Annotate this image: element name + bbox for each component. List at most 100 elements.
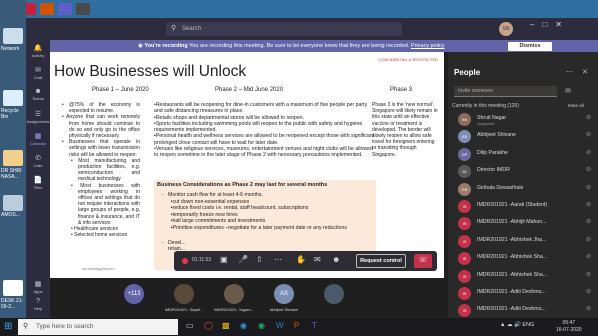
share-icon[interactable]: ⇧ [256,255,263,264]
avatar: IS [458,217,471,231]
more-icon[interactable]: ⋯ [274,255,282,264]
avatar: IS [458,287,471,300]
mic-off-icon: ⊘ [586,184,592,191]
business-consideration-item: •Prioritise expenditures –negotiate for … [162,225,347,231]
rail-item-help[interactable]: ? Help [26,298,50,311]
participant-name: Abhijeet Shivane [477,132,516,139]
camera-off-icon[interactable]: ▣ [220,255,228,264]
desktop-label: Network [1,46,20,52]
participant-row[interactable]: SN Shruti Nagar Organizer ⊘ [448,110,598,128]
teams-icon [58,3,72,15]
phase-2-item: •Personal health and wellness services a… [154,133,375,146]
desktop-label: Recycle Bin [1,108,19,120]
rail-item-apps[interactable]: ▦ Apps [26,280,50,294]
teams-taskbar-icon[interactable]: T [312,321,317,330]
rail-item-files[interactable]: 📄 Files [26,176,50,190]
task-view-icon[interactable]: ▭ [186,321,194,330]
taskbar: ⊞ ⚲ Type here to search ▭ ◯ ▩ ◉ ◉ W P T … [0,318,598,336]
rail-item-assignments[interactable]: ☰ Assignments [26,110,50,124]
tile-caption: IMDR201921 -Sayali... [164,308,204,312]
business-considerations-title: Business Considerations as Phase 2 may l… [157,182,328,188]
file-icon[interactable] [3,280,23,296]
dismiss-button[interactable]: Dismiss [508,42,552,51]
mic-off-icon: ⊘ [586,202,592,208]
chrome-icon[interactable]: ◉ [258,321,265,330]
tile-caption: Abhijeet Shivane [269,308,299,312]
participant-name: IMDR201921 -Abhishek Sha... [477,271,548,278]
clock[interactable]: 09:47 16-07-2020 [556,320,582,333]
share-invite-icon[interactable]: ✉ [561,86,575,97]
hang-up-button[interactable]: ☏ [414,254,432,268]
edge-icon[interactable]: ◉ [240,321,247,330]
recording-indicator [182,258,188,264]
file-explorer-icon[interactable]: ▩ [222,321,230,330]
rail-item-activity[interactable]: 🔔 Activity [26,44,50,58]
participant-row[interactable]: IS IMDR201921 -Aditi Deshmu... ⊘ [448,301,598,319]
search-box[interactable]: ⚲ Search [166,22,402,36]
rail-item-calendar[interactable]: ▦ Calendar [26,132,50,146]
participant-name: IMDR201921 -Aditi Deshmu... [477,306,546,313]
participant-row[interactable]: IS IMDR201921 -Abhishek Jha... ⊘ [448,232,598,250]
avatar: IS [458,269,471,283]
phase-3-heading: Phase 3 [390,87,413,93]
system-tray[interactable]: ▲ ☁ 🔊 ENG [500,322,534,328]
app-rail: 🔔 Activity ✉ Chat ☻ Teams ☰ Assignments ▦ Cal… [26,40,50,318]
avatar[interactable]: SN [499,22,513,36]
video-tile[interactable]: +113 [112,279,156,315]
participant-row[interactable]: IS IMDR201921 -Abhishek Sha... ⊘ [448,249,598,267]
recycle-bin-icon[interactable] [3,28,23,44]
calendar-icon: ▦ [34,133,42,140]
avatar: GD [458,182,471,196]
participant-name: IMDR201921 -Abhijit Mahun... [477,219,547,226]
participant-row[interactable]: DI Director IMDR ⊘ [448,162,598,180]
avatar: IS [458,304,471,318]
mute-all-button[interactable]: Mute all [568,103,584,108]
business-consideration-item: - Monitor cash flow for at least 4-6 mon… [162,192,263,198]
window-controls[interactable]: –□✕ [530,20,570,29]
tile-caption: IMDR201921 -Yugam... [214,308,254,312]
participant-row[interactable]: IS IMDR201921 -Aarati (Student) ⊘ [448,197,598,215]
windows-start-icon[interactable]: ⊞ [4,321,12,332]
slide-title: How Businesses will Unlock [54,63,247,80]
participant-row[interactable]: DP Dilip Parakhe ⊘ [448,145,598,163]
rail-item-calls[interactable]: ✆ Calls [26,154,50,168]
participant-name: Dilip Parakhe [477,149,508,156]
avatar: AS [458,130,471,144]
call-control-bar: 01:11:53 ▣ 🎤 ⇧ ⋯ ✋ ✉ ☻ Request control ☏ [174,251,437,271]
participants-icon[interactable]: ☻ [332,255,340,264]
participant-row[interactable]: IS IMDR201921 -Abhishek Sha... ⊘ [448,267,598,285]
powerpoint-icon[interactable]: P [294,321,299,330]
video-tile[interactable]: IMDR201921 -Yugam... [212,279,256,315]
request-control-button[interactable]: Request control [356,254,406,268]
video-tile[interactable] [312,279,356,315]
mic-off-icon: ⊘ [586,132,592,139]
mic-off-icon[interactable]: 🎤 [238,255,248,264]
video-tile[interactable]: AS Abhijeet Shivane [262,279,306,315]
word-icon[interactable]: W [276,321,284,330]
taskbar-search[interactable]: ⚲ Type here to search [18,319,178,335]
opera-icon[interactable]: ◯ [204,321,213,330]
network-icon[interactable] [3,90,23,106]
participant-name: IMDR201921 -Abhishek Jha... [477,236,547,243]
participant-row[interactable]: IS IMDR201921 -Aditi Deshmu... ⊘ [448,284,598,302]
participant-row[interactable]: IS IMDR201921 -Abhijit Mahun... ⊘ [448,214,598,232]
video-tile[interactable]: IMDR201921 -Sayali... [162,279,206,315]
participant-row[interactable]: GD Giribala Dewasthale ⊘ [448,180,598,198]
avatar: DP [458,147,471,161]
app-icon[interactable] [3,195,23,211]
privacy-policy-link[interactable]: Privacy policy [411,43,445,49]
raise-hand-icon[interactable]: ✋ [296,255,306,264]
invite-input[interactable]: Invite someone [454,86,557,97]
phase-1-item: • Most manufacturing and production faci… [71,157,140,183]
shared-slide: CONFIDENTIAL & RESTRICTED How Businesses… [50,52,444,278]
folder-icon[interactable] [3,150,23,166]
rail-item-teams[interactable]: ☻ Teams [26,88,50,101]
add-people-icon[interactable]: ⋯ [566,68,573,76]
participant-row[interactable]: AS Abhijeet Shivane ⊘ [448,127,598,145]
close-icon[interactable]: ✕ [582,68,588,76]
rail-item-chat[interactable]: ✉ Chat [26,66,50,80]
people-panel: People ⋯ ✕ Invite someone ✉ Currently in… [448,52,598,318]
chat-icon[interactable]: ✉ [314,255,321,264]
phase-3-text: Phase 3 is the 'new normal'. Singapore w… [372,102,438,158]
in-meeting-heading[interactable]: Currently in this meeting (120) [452,103,519,109]
